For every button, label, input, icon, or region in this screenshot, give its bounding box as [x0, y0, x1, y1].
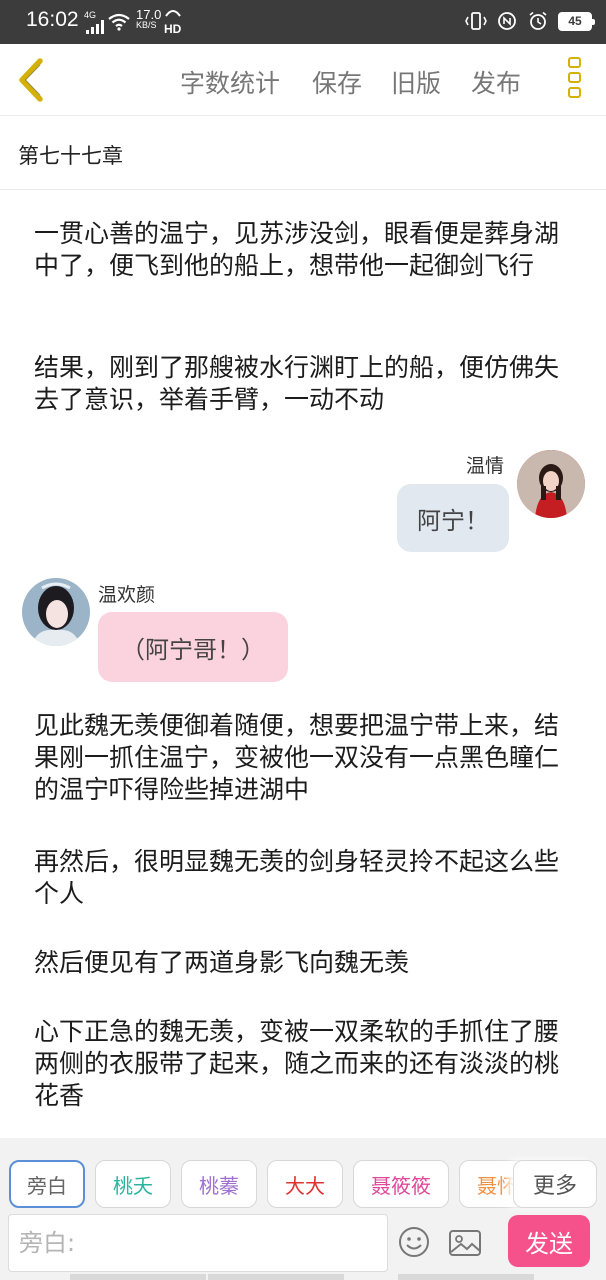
role-tab-label: 聂筱筱	[371, 1173, 431, 1198]
status-time: 16:02	[26, 8, 79, 31]
more-roles-button[interactable]: 更多	[513, 1160, 597, 1208]
avatar[interactable]	[517, 450, 585, 518]
battery-level: 45	[568, 14, 582, 28]
send-label: 发送	[525, 1229, 573, 1258]
role-tab[interactable]: 聂筱筱	[353, 1160, 449, 1208]
message-input[interactable]	[9, 1215, 387, 1271]
narration-paragraph[interactable]: 结果，刚到了那艘被水行渊盯上的船，便仿佛失去了意识，举着手臂，一动不动	[34, 352, 574, 416]
status-right-icons: 45	[465, 10, 595, 32]
message-bubble[interactable]: 阿宁！	[397, 484, 509, 552]
role-tab[interactable]: 桃夭	[95, 1160, 171, 1208]
publish-button[interactable]: 发布	[471, 64, 521, 100]
role-tab[interactable]: 大大	[267, 1160, 343, 1208]
avatar[interactable]	[22, 578, 90, 646]
hd-label: HD	[164, 22, 182, 36]
role-tab[interactable]: 桃蓁	[181, 1160, 257, 1208]
image-icon[interactable]	[448, 1228, 482, 1258]
narration-paragraph[interactable]: 见此魏无羡便御着随便，想要把温宁带上来，结果刚一抓住温宁，变被他一双没有一点黑色…	[34, 710, 574, 806]
nav-bar-segment	[398, 1274, 534, 1280]
narration-paragraph[interactable]: 心下正急的魏无羡，变被一双柔软的手抓住了腰两侧的衣服带了起来，随之而来的还有淡淡…	[34, 1016, 574, 1112]
old-version-button[interactable]: 旧版	[391, 64, 441, 100]
alarm-icon	[527, 10, 549, 32]
role-tab-label: 聂怀	[477, 1173, 517, 1198]
role-tab-label: 桃夭	[113, 1173, 153, 1198]
more-roles-label: 更多	[532, 1174, 577, 1199]
back-arrow-icon[interactable]	[10, 56, 54, 104]
network-speed: 17.0 KB/S	[136, 8, 161, 30]
narration-paragraph[interactable]: 再然后，很明显魏无羡的剑身轻灵拎不起这么些个人	[34, 846, 574, 910]
more-options-icon[interactable]	[562, 54, 586, 106]
save-button[interactable]: 保存	[312, 64, 362, 100]
speed-unit: KB/S	[136, 20, 157, 30]
signal-icon	[86, 20, 104, 34]
character-name: 温欢颜	[98, 584, 156, 606]
nfc-icon	[496, 10, 518, 32]
character-name: 温情	[466, 455, 505, 477]
avatar-wenhuanyan-icon	[22, 578, 90, 646]
word-count-button[interactable]: 字数统计	[180, 64, 280, 100]
avatar-wenqing-icon	[517, 450, 585, 518]
narration-paragraph[interactable]: 然后便见有了两道身影飞向魏无羡	[34, 947, 574, 979]
wifi-icon	[108, 13, 130, 31]
status-bar: 16:02 4G 17.0 KB/S HD 45	[0, 0, 606, 44]
nav-bar-segment	[208, 1274, 344, 1280]
send-button[interactable]: 发送	[508, 1215, 590, 1267]
nav-bar-segment	[70, 1274, 206, 1280]
role-tab-label: 桃蓁	[199, 1173, 239, 1198]
emoji-icon[interactable]	[398, 1226, 430, 1258]
message-bubble[interactable]: （阿宁哥！）	[98, 612, 288, 682]
role-tab-label: 旁白	[27, 1173, 67, 1198]
role-tab-narration[interactable]: 旁白	[9, 1160, 85, 1208]
battery-icon: 45	[558, 11, 595, 31]
chapter-title[interactable]: 第七十七章	[18, 140, 123, 170]
chapter-header: 第七十七章	[0, 116, 606, 190]
role-tab-label: 大大	[285, 1173, 325, 1198]
vibrate-icon	[465, 10, 487, 32]
hd-call-icon	[165, 10, 181, 17]
editor-toolbar: 字数统计 保存 旧版 发布	[0, 44, 606, 116]
narration-paragraph[interactable]: 一贯心善的温宁，见苏涉没剑，眼看便是葬身湖中了，便飞到他的船上，想带他一起御剑飞…	[34, 218, 574, 282]
network-type: 4G	[84, 10, 97, 20]
message-input-box[interactable]	[8, 1214, 388, 1272]
